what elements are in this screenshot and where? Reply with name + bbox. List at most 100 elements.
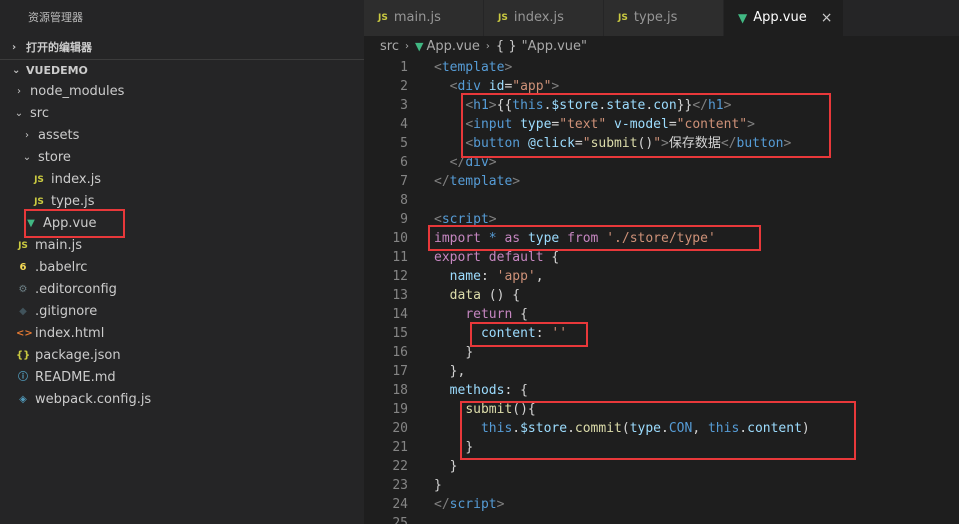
tree-item-label: App.vue — [43, 216, 97, 231]
tree-item-readme-md[interactable]: ⓘ README.md — [0, 367, 364, 389]
line-number: 1 — [400, 60, 408, 75]
line-number: 22 — [392, 459, 408, 474]
line-number: 13 — [392, 288, 408, 303]
line-number: 19 — [392, 402, 408, 417]
line-number: 18 — [392, 383, 408, 398]
chevron-right-icon: › — [17, 86, 21, 97]
chevron-right-icon: › — [12, 42, 17, 53]
breadcrumb: src › ▼ App.vue › { } "App.vue" — [364, 36, 959, 58]
tree-item-editorconfig[interactable]: ⚙ .editorconfig — [0, 279, 364, 301]
line-number: 17 — [392, 364, 408, 379]
tree-item-label: .gitignore — [35, 304, 98, 319]
tree-item-label: store — [38, 150, 71, 165]
git-file-icon: ◆ — [19, 306, 27, 317]
project-label: VUEDEMO — [26, 63, 88, 77]
tab-main-js[interactable]: JS main.js — [364, 0, 484, 36]
tree-item-main-js[interactable]: JS main.js — [0, 235, 364, 257]
tree-item-babelrc[interactable]: 6 .babelrc — [0, 257, 364, 279]
line-number: 25 — [392, 516, 408, 524]
line-number: 14 — [392, 307, 408, 322]
tree-item-label: type.js — [51, 194, 95, 209]
chevron-down-icon: ⌄ — [12, 64, 21, 76]
js-file-icon: JS — [18, 241, 28, 251]
line-number: 20 — [392, 421, 408, 436]
braces-icon: { } — [495, 39, 517, 54]
sidebar-title: 资源管理器 — [28, 11, 83, 24]
babel-file-icon: 6 — [19, 262, 27, 273]
tree-item-type-js[interactable]: JS type.js — [0, 191, 364, 213]
line-number: 10 — [392, 231, 408, 246]
tree-item-gitignore[interactable]: ◆ .gitignore — [0, 301, 364, 323]
file-tree: › node_modules ⌄ src › assets ⌄ store JS index.js… — [0, 81, 364, 411]
breadcrumb-file[interactable]: App.vue — [426, 36, 479, 58]
js-file-icon: JS — [378, 13, 388, 23]
tree-item-label: index.html — [35, 326, 105, 341]
js-file-icon: JS — [618, 13, 628, 23]
line-number: 21 — [392, 440, 408, 455]
info-icon: ⓘ — [18, 372, 28, 383]
code-editor[interactable]: 1 <template> 2 <div id="app"> 3 <h1>{{thi… — [364, 58, 959, 524]
line-number: 23 — [392, 478, 408, 493]
chevron-right-icon: › — [485, 41, 490, 52]
open-editors-header[interactable]: › 打开的编辑器 — [0, 37, 364, 59]
chevron-right-icon: › — [404, 41, 409, 52]
line-number: 16 — [392, 345, 408, 360]
js-file-icon: JS — [34, 197, 44, 207]
line-number: 12 — [392, 269, 408, 284]
tab-type-js[interactable]: JS type.js — [604, 0, 724, 36]
line-number: 24 — [392, 497, 408, 512]
chevron-right-icon: › — [25, 130, 29, 141]
js-file-icon: JS — [34, 175, 44, 185]
line-number: 5 — [400, 136, 408, 151]
tree-item-label: assets — [38, 128, 80, 143]
tab-label: App.vue — [753, 10, 807, 25]
tree-item-webpack-config-js[interactable]: ◈ webpack.config.js — [0, 389, 364, 411]
tree-item-assets[interactable]: › assets — [0, 125, 364, 147]
open-editors-label: 打开的编辑器 — [26, 41, 92, 54]
tab-label: type.js — [633, 10, 678, 25]
js-file-icon: JS — [498, 13, 508, 23]
tree-item-label: main.js — [35, 238, 82, 253]
line-number: 9 — [400, 212, 408, 227]
tree-item-label: webpack.config.js — [35, 392, 152, 407]
line-number: 8 — [400, 193, 408, 208]
tree-item-label: .editorconfig — [35, 282, 117, 297]
webpack-file-icon: ◈ — [19, 394, 27, 405]
html-file-icon: <> — [16, 328, 33, 339]
line-number: 3 — [400, 98, 408, 113]
tree-item-index-html[interactable]: <> index.html — [0, 323, 364, 345]
line-number: 2 — [400, 79, 408, 94]
line-number: 6 — [400, 155, 408, 170]
line-number: 7 — [400, 174, 408, 189]
tree-item-src[interactable]: ⌄ src — [0, 103, 364, 125]
tab-app-vue[interactable]: ▼ App.vue × — [724, 0, 844, 36]
tab-index-js[interactable]: JS index.js — [484, 0, 604, 36]
gear-icon: ⚙ — [18, 284, 28, 295]
breadcrumb-symbol[interactable]: "App.vue" — [522, 36, 587, 58]
tree-item-label: .babelrc — [35, 260, 88, 275]
breadcrumb-folder[interactable]: src — [380, 36, 399, 58]
tree-item-node-modules[interactable]: › node_modules — [0, 81, 364, 103]
explorer-sidebar: 资源管理器 › 打开的编辑器 ⌄ VUEDEMO › node_modules ⌄ s… — [0, 0, 364, 524]
tab-label: index.js — [513, 10, 564, 25]
tree-item-store[interactable]: ⌄ store — [0, 147, 364, 169]
chevron-down-icon: ⌄ — [22, 152, 32, 163]
line-number: 11 — [392, 250, 408, 265]
line-number: 4 — [400, 117, 408, 132]
tree-item-label: node_modules — [30, 84, 125, 99]
project-header[interactable]: ⌄ VUEDEMO — [0, 59, 364, 81]
tree-item-label: README.md — [35, 370, 116, 385]
tree-item-package-json[interactable]: {} package.json — [0, 345, 364, 367]
tree-item-label: index.js — [51, 172, 102, 187]
tree-item-label: package.json — [35, 348, 121, 363]
close-icon[interactable]: × — [821, 0, 833, 36]
tab-bar: JS main.js JS index.js JS type.js ▼ App.… — [364, 0, 959, 36]
tree-item-index-js[interactable]: JS index.js — [0, 169, 364, 191]
tree-item-label: src — [30, 106, 49, 121]
chevron-down-icon: ⌄ — [14, 108, 24, 119]
tree-item-app-vue[interactable]: ▼ App.vue — [0, 213, 364, 235]
json-file-icon: {} — [16, 350, 31, 361]
vue-file-icon: ▼ — [738, 11, 748, 25]
line-number: 15 — [392, 326, 408, 341]
vue-file-icon: ▼ — [414, 40, 424, 53]
